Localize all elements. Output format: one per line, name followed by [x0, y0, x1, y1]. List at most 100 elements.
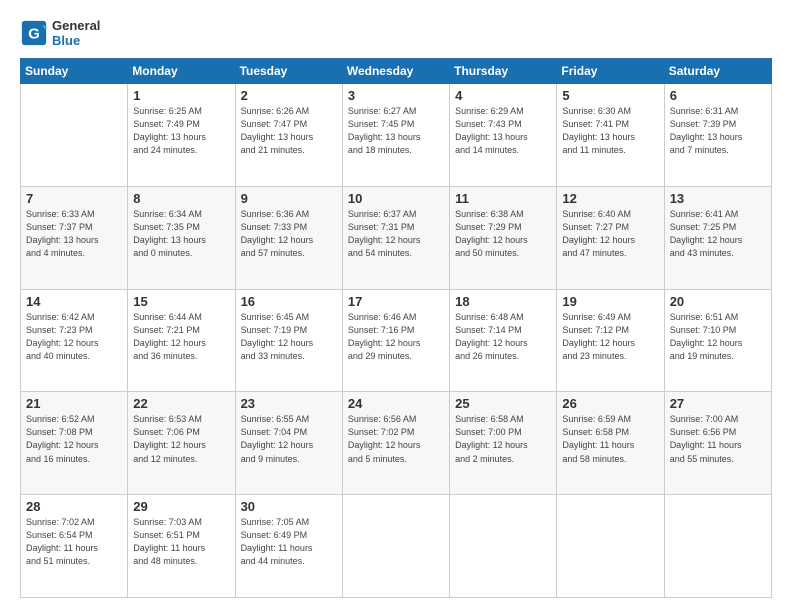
day-info: Sunrise: 6:53 AM Sunset: 7:06 PM Dayligh…: [133, 413, 229, 465]
day-info: Sunrise: 6:29 AM Sunset: 7:43 PM Dayligh…: [455, 105, 551, 157]
calendar-cell: 29 Sunrise: 7:03 AM Sunset: 6:51 PM Dayli…: [128, 495, 235, 598]
day-info: Sunrise: 6:30 AM Sunset: 7:41 PM Dayligh…: [562, 105, 658, 157]
calendar-cell: 5 Sunrise: 6:30 AM Sunset: 7:41 PM Daylig…: [557, 84, 664, 187]
logo-icon: G: [20, 19, 48, 47]
calendar-cell: 17 Sunrise: 6:46 AM Sunset: 7:16 PM Dayli…: [342, 289, 449, 392]
calendar-cell: [664, 495, 771, 598]
calendar-cell: [21, 84, 128, 187]
day-info: Sunrise: 6:59 AM Sunset: 6:58 PM Dayligh…: [562, 413, 658, 465]
day-number: 28: [26, 499, 122, 514]
calendar-cell: 27 Sunrise: 7:00 AM Sunset: 6:56 PM Dayli…: [664, 392, 771, 495]
calendar-cell: 22 Sunrise: 6:53 AM Sunset: 7:06 PM Dayli…: [128, 392, 235, 495]
day-info: Sunrise: 6:58 AM Sunset: 7:00 PM Dayligh…: [455, 413, 551, 465]
day-info: Sunrise: 6:36 AM Sunset: 7:33 PM Dayligh…: [241, 208, 337, 260]
calendar-table: SundayMondayTuesdayWednesdayThursdayFrid…: [20, 58, 772, 598]
logo: G General Blue: [20, 18, 100, 48]
calendar-cell: 13Sunrise: 6:41 AM Sunset: 7:25 PM Dayli…: [664, 186, 771, 289]
header: G General Blue: [20, 18, 772, 48]
calendar-cell: [557, 495, 664, 598]
day-number: 23: [241, 396, 337, 411]
calendar-cell: 3Sunrise: 6:27 AM Sunset: 7:45 PM Daylig…: [342, 84, 449, 187]
day-number: 1: [133, 88, 229, 103]
day-number: 12: [562, 191, 658, 206]
day-info: Sunrise: 6:56 AM Sunset: 7:02 PM Dayligh…: [348, 413, 444, 465]
day-number: 25: [455, 396, 551, 411]
calendar-cell: 11 Sunrise: 6:38 AM Sunset: 7:29 PM Dayli…: [450, 186, 557, 289]
weekday-header: Monday: [128, 59, 235, 84]
calendar-cell: 8Sunrise: 6:34 AM Sunset: 7:35 PM Daylig…: [128, 186, 235, 289]
day-info: Sunrise: 6:48 AM Sunset: 7:14 PM Dayligh…: [455, 311, 551, 363]
day-number: 5: [562, 88, 658, 103]
day-info: Sunrise: 6:42 AM Sunset: 7:23 PM Dayligh…: [26, 311, 122, 363]
day-number: 3: [348, 88, 444, 103]
calendar-cell: 6 Sunrise: 6:31 AM Sunset: 7:39 PM Daylig…: [664, 84, 771, 187]
calendar-cell: [342, 495, 449, 598]
day-info: Sunrise: 7:00 AM Sunset: 6:56 PM Dayligh…: [670, 413, 766, 465]
calendar-cell: [450, 495, 557, 598]
day-number: 20: [670, 294, 766, 309]
day-number: 26: [562, 396, 658, 411]
calendar-week-row: 21 Sunrise: 6:52 AM Sunset: 7:08 PM Dayli…: [21, 392, 772, 495]
day-info: Sunrise: 6:25 AM Sunset: 7:49 PM Dayligh…: [133, 105, 229, 157]
calendar-week-row: 1 Sunrise: 6:25 AM Sunset: 7:49 PM Daylig…: [21, 84, 772, 187]
day-number: 21: [26, 396, 122, 411]
day-info: Sunrise: 6:26 AM Sunset: 7:47 PM Dayligh…: [241, 105, 337, 157]
calendar-cell: 9 Sunrise: 6:36 AM Sunset: 7:33 PM Daylig…: [235, 186, 342, 289]
calendar-week-row: 14Sunrise: 6:42 AM Sunset: 7:23 PM Dayli…: [21, 289, 772, 392]
calendar-cell: 14Sunrise: 6:42 AM Sunset: 7:23 PM Dayli…: [21, 289, 128, 392]
weekday-header: Sunday: [21, 59, 128, 84]
day-number: 7: [26, 191, 122, 206]
calendar-cell: 28 Sunrise: 7:02 AM Sunset: 6:54 PM Dayli…: [21, 495, 128, 598]
calendar-cell: 18 Sunrise: 6:48 AM Sunset: 7:14 PM Dayli…: [450, 289, 557, 392]
day-number: 30: [241, 499, 337, 514]
day-info: Sunrise: 6:37 AM Sunset: 7:31 PM Dayligh…: [348, 208, 444, 260]
calendar-cell: 12 Sunrise: 6:40 AM Sunset: 7:27 PM Dayli…: [557, 186, 664, 289]
day-info: Sunrise: 6:45 AM Sunset: 7:19 PM Dayligh…: [241, 311, 337, 363]
day-info: Sunrise: 7:02 AM Sunset: 6:54 PM Dayligh…: [26, 516, 122, 568]
calendar-week-row: 28 Sunrise: 7:02 AM Sunset: 6:54 PM Dayli…: [21, 495, 772, 598]
weekday-header: Tuesday: [235, 59, 342, 84]
calendar-cell: 16 Sunrise: 6:45 AM Sunset: 7:19 PM Dayli…: [235, 289, 342, 392]
day-number: 6: [670, 88, 766, 103]
day-number: 10: [348, 191, 444, 206]
day-number: 9: [241, 191, 337, 206]
day-info: Sunrise: 6:49 AM Sunset: 7:12 PM Dayligh…: [562, 311, 658, 363]
day-number: 4: [455, 88, 551, 103]
day-number: 8: [133, 191, 229, 206]
calendar-cell: 30Sunrise: 7:05 AM Sunset: 6:49 PM Dayli…: [235, 495, 342, 598]
calendar-header-row: SundayMondayTuesdayWednesdayThursdayFrid…: [21, 59, 772, 84]
day-info: Sunrise: 7:03 AM Sunset: 6:51 PM Dayligh…: [133, 516, 229, 568]
day-info: Sunrise: 6:33 AM Sunset: 7:37 PM Dayligh…: [26, 208, 122, 260]
day-number: 16: [241, 294, 337, 309]
day-number: 29: [133, 499, 229, 514]
day-number: 15: [133, 294, 229, 309]
day-number: 13: [670, 191, 766, 206]
calendar-cell: 23 Sunrise: 6:55 AM Sunset: 7:04 PM Dayli…: [235, 392, 342, 495]
weekday-header: Thursday: [450, 59, 557, 84]
day-info: Sunrise: 6:52 AM Sunset: 7:08 PM Dayligh…: [26, 413, 122, 465]
day-number: 24: [348, 396, 444, 411]
day-info: Sunrise: 6:55 AM Sunset: 7:04 PM Dayligh…: [241, 413, 337, 465]
day-number: 11: [455, 191, 551, 206]
weekday-header: Friday: [557, 59, 664, 84]
day-info: Sunrise: 6:38 AM Sunset: 7:29 PM Dayligh…: [455, 208, 551, 260]
calendar-cell: 7 Sunrise: 6:33 AM Sunset: 7:37 PM Daylig…: [21, 186, 128, 289]
calendar-cell: 2 Sunrise: 6:26 AM Sunset: 7:47 PM Daylig…: [235, 84, 342, 187]
calendar-cell: 15Sunrise: 6:44 AM Sunset: 7:21 PM Dayli…: [128, 289, 235, 392]
day-number: 17: [348, 294, 444, 309]
calendar-week-row: 7 Sunrise: 6:33 AM Sunset: 7:37 PM Daylig…: [21, 186, 772, 289]
calendar-cell: 24 Sunrise: 6:56 AM Sunset: 7:02 PM Dayli…: [342, 392, 449, 495]
calendar-cell: 26 Sunrise: 6:59 AM Sunset: 6:58 PM Dayli…: [557, 392, 664, 495]
day-number: 19: [562, 294, 658, 309]
day-info: Sunrise: 6:40 AM Sunset: 7:27 PM Dayligh…: [562, 208, 658, 260]
calendar-cell: 19 Sunrise: 6:49 AM Sunset: 7:12 PM Dayli…: [557, 289, 664, 392]
day-number: 27: [670, 396, 766, 411]
day-number: 18: [455, 294, 551, 309]
day-info: Sunrise: 6:46 AM Sunset: 7:16 PM Dayligh…: [348, 311, 444, 363]
logo-text-line1: General: [52, 18, 100, 33]
day-number: 22: [133, 396, 229, 411]
calendar-cell: 21 Sunrise: 6:52 AM Sunset: 7:08 PM Dayli…: [21, 392, 128, 495]
day-info: Sunrise: 6:31 AM Sunset: 7:39 PM Dayligh…: [670, 105, 766, 157]
logo-text-line2: Blue: [52, 33, 100, 48]
day-number: 2: [241, 88, 337, 103]
